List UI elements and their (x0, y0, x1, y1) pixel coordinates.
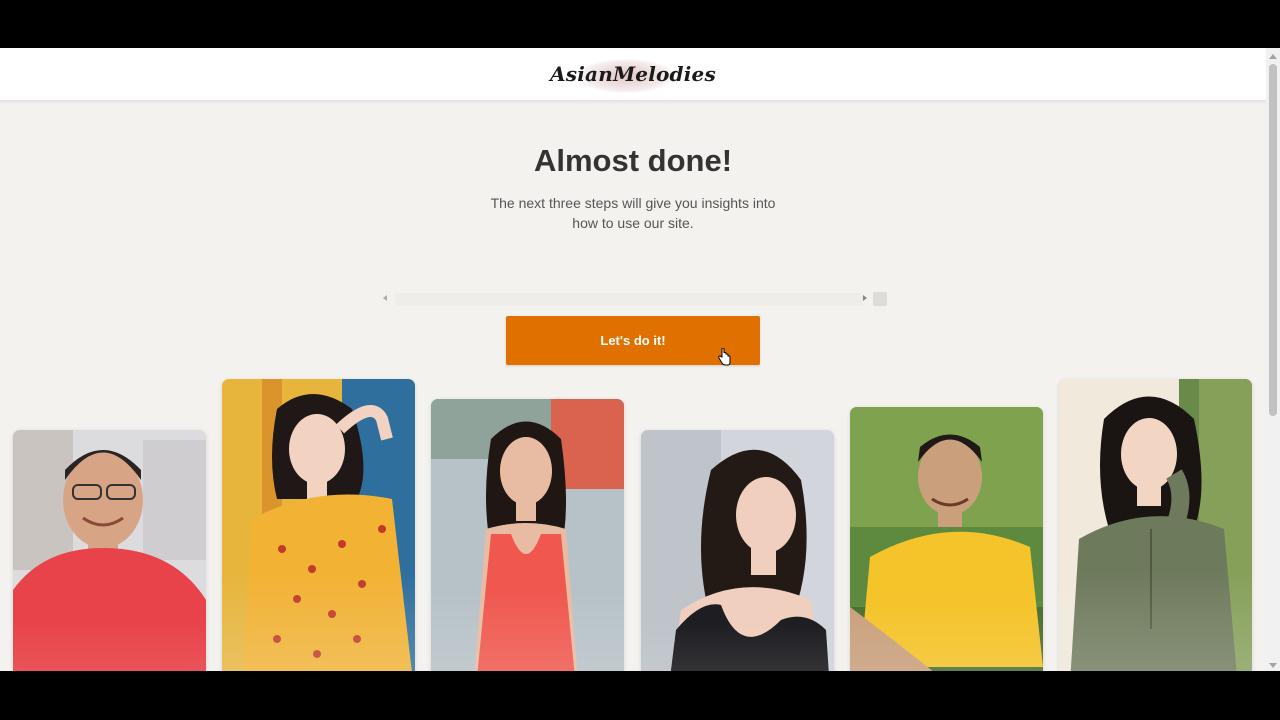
site-logo[interactable]: AsianMelodies (548, 53, 718, 95)
scroll-up-icon[interactable] (1269, 54, 1277, 59)
profile-card-1 (13, 430, 206, 671)
scroll-right-icon[interactable] (863, 295, 867, 301)
profile-card-4 (641, 430, 834, 671)
profile-card-2 (222, 379, 415, 671)
browser-viewport: AsianMelodies Almost done! The next thre… (0, 48, 1280, 671)
horizontal-scrollbar[interactable] (383, 292, 888, 307)
scroll-down-icon[interactable] (1269, 663, 1277, 668)
vertical-scroll-thumb[interactable] (1269, 64, 1277, 416)
site-header: AsianMelodies (0, 48, 1266, 101)
vertical-scrollbar[interactable] (1266, 48, 1280, 671)
page-subtitle: The next three steps will give you insig… (490, 195, 776, 231)
hand-cursor-icon (718, 348, 731, 366)
logo-text: AsianMelodies (550, 62, 716, 86)
scroll-track[interactable] (395, 293, 863, 306)
scroll-left-icon[interactable] (383, 295, 387, 301)
page-title: Almost done! (533, 143, 733, 178)
profile-card-5 (850, 407, 1043, 671)
profile-card-6 (1059, 379, 1252, 671)
profile-card-3 (431, 399, 624, 671)
scroll-thumb[interactable] (873, 292, 887, 306)
